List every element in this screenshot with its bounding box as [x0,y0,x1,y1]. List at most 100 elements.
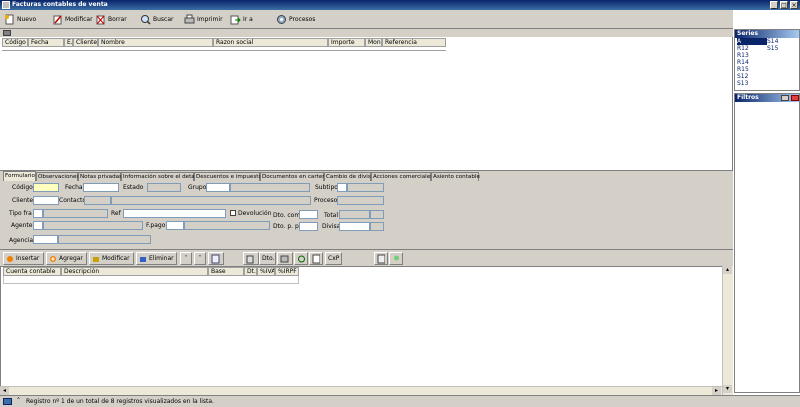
filters-close-icon[interactable] [791,95,799,101]
cxp-button[interactable]: CxP [325,252,342,265]
col-nombre[interactable]: Nombre [98,38,213,47]
tab-informacion-detalle[interactable]: Información sobre el detalle [121,172,201,181]
detail-horizontal-scrollbar[interactable]: ◂ ▸ [0,386,722,395]
filters-options-icon[interactable] [781,95,789,101]
total-field [339,210,370,219]
scroll-right-icon[interactable]: ▸ [712,387,721,395]
scroll-down-icon[interactable]: ▾ [723,385,732,393]
codigo-field[interactable] [33,183,59,192]
detail-vertical-scrollbar[interactable]: ▴ ▾ [722,266,733,395]
col-descripcion[interactable]: Descripción [61,267,208,276]
subtipo-code-field[interactable] [337,183,347,192]
col-irpf[interactable]: %IRPF [275,267,299,276]
f-pago-code-field[interactable] [166,221,184,230]
search-icon [140,14,151,25]
screen-icon[interactable] [3,398,12,405]
col-codigo[interactable]: Código [2,38,28,47]
minimize-button[interactable]: _ [770,1,778,9]
agencia-code-field[interactable] [33,235,58,244]
divisa-field[interactable] [339,222,370,231]
document-icon[interactable] [208,252,224,265]
settings-icon[interactable] [374,252,388,265]
series-item-r15[interactable]: R15 [737,66,749,73]
col-base[interactable]: Base [208,267,244,276]
refresh-icon[interactable] [294,252,308,265]
tab-descuentos-impuestos[interactable]: Descuentos e impuestos [194,172,265,181]
tab-acciones-comerciales[interactable]: Acciones comerciales [371,172,433,181]
copy-icon[interactable] [243,252,259,265]
tab-asiento-contable[interactable]: Asiento contable [431,172,480,181]
col-cuenta-contable[interactable]: Cuenta contable [3,267,61,276]
eliminar-button[interactable]: Eliminar [136,252,177,265]
grid-options-icon[interactable] [3,30,11,36]
dto-button[interactable]: Dto. [259,252,276,265]
col-cliente[interactable]: Cliente [73,38,98,47]
cliente-label: Cliente [12,197,34,204]
imprimir-button[interactable]: Imprimir [184,13,223,26]
tab-observaciones[interactable]: Observaciones [36,172,79,181]
series-panel: Series A R12 R13 R14 R15 S12 S13 S14 S15 [734,29,800,91]
scroll-up-icon[interactable]: ▴ [723,266,732,274]
notes-icon[interactable] [309,252,323,265]
maximize-button[interactable]: □ [780,1,788,9]
devolucion-checkbox[interactable] [230,210,236,216]
contacto-field [84,196,111,205]
invoice-form: Código Fecha Estado Grupo Subtipo Client… [0,181,733,249]
detail-grid[interactable]: Cuenta contable Descripción Base Dt.1 %I… [0,266,733,395]
move-up-icon[interactable]: ˄ [180,252,192,265]
col-fecha[interactable]: Fecha [28,38,64,47]
close-button[interactable]: × [790,1,798,9]
tab-strip: Formulario Observaciones Notas privadas … [0,170,733,182]
user-icon[interactable] [389,252,403,265]
series-item-r14[interactable]: R14 [737,59,749,66]
col-razon-social[interactable]: Razon social [213,38,328,47]
series-item-s14[interactable]: S14 [767,38,778,45]
tipo-fra-code-field[interactable] [33,209,43,218]
col-importe[interactable]: Importe [328,38,365,47]
col-estado[interactable]: E. [64,38,73,47]
dto-pp-field[interactable] [299,222,318,231]
series-item-a[interactable]: A [737,38,767,45]
borrar-button[interactable]: Borrar [95,13,127,26]
insertar-button[interactable]: Insertar [3,252,44,265]
modificar-button[interactable]: Modificar [52,13,93,26]
estado-field [147,183,181,192]
agregar-button[interactable]: Agregar [46,252,87,265]
tab-cambio-divisa[interactable]: Cambio de divisa [324,172,374,181]
tools-icon[interactable] [277,252,293,265]
tab-notas-privadas[interactable]: Notas privadas [78,172,122,181]
col-referencia[interactable]: Referencia [382,38,446,47]
col-moneda[interactable]: Mon. [365,38,382,47]
tab-documentos-cartera[interactable]: Documentos en cartera [260,172,328,181]
procesos-button[interactable]: Procesos [276,13,315,26]
table-row[interactable] [2,47,446,51]
col-dt1[interactable]: Dt.1 [244,267,257,276]
scroll-left-icon[interactable]: ◂ [0,387,9,395]
goto-icon [230,14,241,25]
agente-code-field[interactable] [33,221,43,230]
ir-a-button[interactable]: Ir a [230,13,253,26]
collapse-up-icon[interactable]: ˄ [14,397,23,406]
agencia-name-field [58,235,151,244]
buscar-button[interactable]: Buscar [140,13,174,26]
cliente-field[interactable] [33,196,59,205]
grupo-code-field[interactable] [206,183,230,192]
col-iva[interactable]: %IVA [257,267,275,276]
fecha-field[interactable] [83,183,119,192]
move-down-icon[interactable]: ˅ [194,252,206,265]
series-item-s13[interactable]: S13 [737,80,748,87]
modificar-linea-button[interactable]: Modificar [89,252,134,265]
nuevo-button[interactable]: Nuevo [4,13,36,26]
total-label: Total [324,212,339,219]
series-item-r12[interactable]: R12 [737,45,749,52]
series-item-r13[interactable]: R13 [737,52,749,59]
ref-field[interactable] [123,209,226,218]
table-row[interactable] [3,276,299,284]
dto-com-field[interactable] [299,210,318,219]
subtipo-label: Subtipo [315,184,338,191]
title-bar: Facturas contables de venta _ □ × [0,0,800,10]
series-item-s15[interactable]: S15 [767,45,778,52]
series-item-s12[interactable]: S12 [737,73,748,80]
proceso-label: Proceso [314,197,338,204]
printer-icon [184,14,195,25]
